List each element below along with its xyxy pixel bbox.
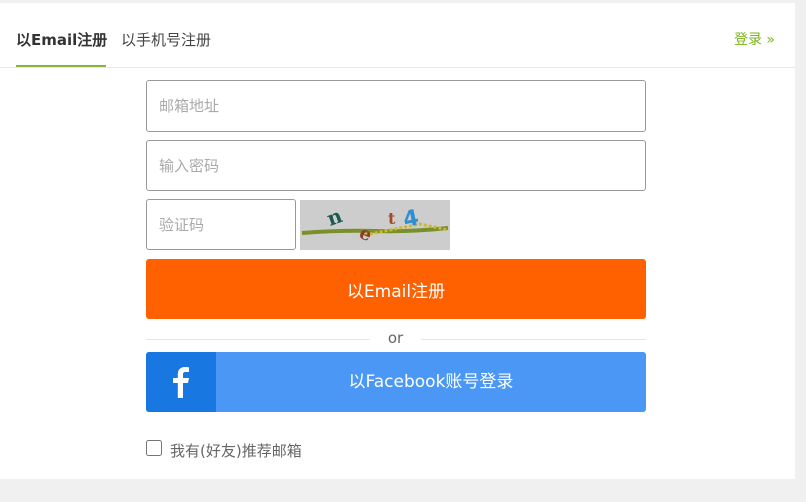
facebook-login-button[interactable]: 以Facebook账号登录 <box>146 352 646 412</box>
facebook-icon <box>146 352 216 412</box>
captcha-image[interactable]: n e t 4 <box>300 200 450 250</box>
email-field[interactable] <box>146 80 646 132</box>
divider-left <box>146 339 370 340</box>
recommend-label: 我有(好友)推荐邮箱 <box>170 442 302 460</box>
login-link[interactable]: 登录 » <box>734 29 775 49</box>
recommend-checkbox[interactable] <box>146 440 162 456</box>
facebook-login-label: 以Facebook账号登录 <box>348 372 514 392</box>
tab-phone-register[interactable]: 以手机号注册 <box>121 29 211 50</box>
tab-email-register[interactable]: 以Email注册 <box>16 29 107 50</box>
captcha-field[interactable] <box>146 199 296 250</box>
svg-text:t: t <box>388 209 396 228</box>
register-tabs: 以Email注册 以手机号注册 登录 » <box>0 3 795 68</box>
active-tab-indicator <box>16 65 106 67</box>
captcha-graphic: n e t 4 <box>300 200 450 250</box>
or-separator: or <box>387 329 404 347</box>
divider-right <box>421 339 646 340</box>
email-register-button[interactable]: 以Email注册 <box>146 259 646 319</box>
password-field[interactable] <box>146 140 646 191</box>
